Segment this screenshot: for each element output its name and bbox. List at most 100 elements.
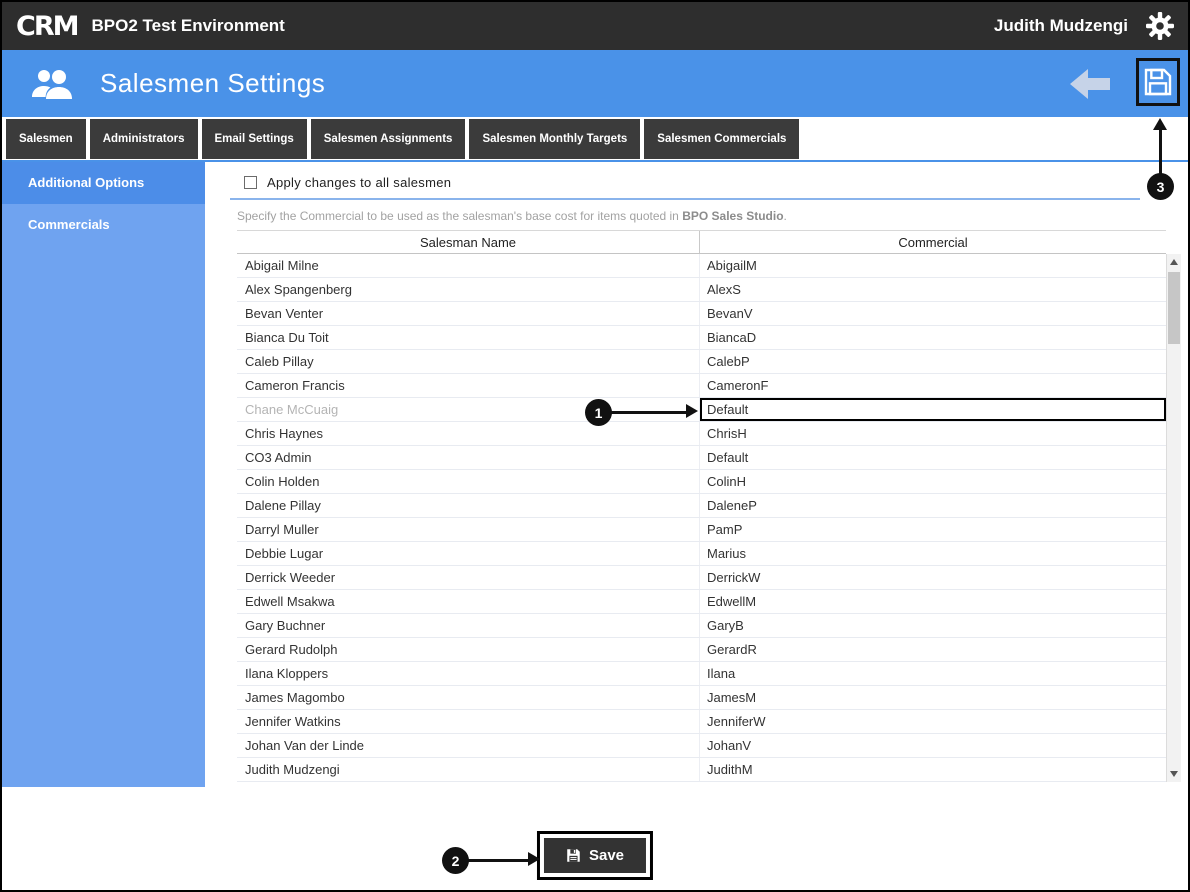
scrollbar-up-button[interactable]	[1167, 254, 1181, 270]
commercial-cell[interactable]: AlexS	[700, 278, 1166, 301]
salesman-name-cell: Judith Mudzengi	[237, 758, 700, 781]
salesman-name-cell: Gerard Rudolph	[237, 638, 700, 661]
salesman-name-cell: Jennifer Watkins	[237, 710, 700, 733]
logged-in-user: Judith Mudzengi	[994, 16, 1128, 36]
commercial-cell[interactable]: Default	[700, 446, 1166, 469]
commercial-cell[interactable]: AbigailM	[700, 254, 1166, 277]
header-save-icon[interactable]	[1136, 58, 1180, 106]
annotation-1-arrow-head	[686, 404, 698, 418]
sidebar: Additional OptionsCommercials	[2, 162, 205, 787]
commercial-cell[interactable]: ColinH	[700, 470, 1166, 493]
annotation-3-arrow-line	[1159, 130, 1162, 174]
instruction-suffix: .	[784, 209, 787, 223]
table-row: Chris HaynesChrisH	[237, 422, 1166, 446]
salesman-name-cell: Derrick Weeder	[237, 566, 700, 589]
save-button-label: Save	[589, 847, 624, 864]
back-arrow-icon[interactable]	[1068, 67, 1112, 106]
commercial-cell[interactable]: GaryB	[700, 614, 1166, 637]
salesman-name-cell: Gary Buchner	[237, 614, 700, 637]
table-row: Darryl MullerPamP	[237, 518, 1166, 542]
scrollbar-down-button[interactable]	[1167, 766, 1181, 782]
tab-administrators[interactable]: Administrators	[90, 119, 198, 159]
content-body: Additional OptionsCommercials Apply chan…	[2, 162, 1188, 787]
table-row: Judith MudzengiJudithM	[237, 758, 1166, 782]
table-row: Alex SpangenbergAlexS	[237, 278, 1166, 302]
table-row: Dalene PillayDaleneP	[237, 494, 1166, 518]
salesman-name-cell: Edwell Msakwa	[237, 590, 700, 613]
annotation-2-arrow-head	[528, 852, 540, 866]
commercial-cell[interactable]: GerardR	[700, 638, 1166, 661]
salesman-name-cell: James Magombo	[237, 686, 700, 709]
triangle-up-icon	[1170, 259, 1178, 265]
salesman-name-cell: Dalene Pillay	[237, 494, 700, 517]
commercial-cell[interactable]: EdwellM	[700, 590, 1166, 613]
commercial-cell[interactable]: JohanV	[700, 734, 1166, 757]
table-row: Edwell MsakwaEdwellM	[237, 590, 1166, 614]
commercial-cell[interactable]: ChrisH	[700, 422, 1166, 445]
sidebar-item-commercials[interactable]: Commercials	[2, 204, 205, 246]
commercial-cell[interactable]: PamP	[700, 518, 1166, 541]
commercial-cell[interactable]: Ilana	[700, 662, 1166, 685]
save-button[interactable]: Save	[544, 838, 646, 873]
commercial-cell[interactable]: Marius	[700, 542, 1166, 565]
tab-salesmen-commercials[interactable]: Salesmen Commercials	[644, 119, 799, 159]
table-scrollbar[interactable]	[1166, 254, 1181, 782]
annotation-3-arrow-head	[1153, 118, 1167, 130]
tab-salesmen[interactable]: Salesmen	[6, 119, 86, 159]
save-button-highlight-box: Save	[537, 831, 653, 880]
commercial-cell[interactable]: DerrickW	[700, 566, 1166, 589]
table-body: Abigail MilneAbigailMAlex SpangenbergAle…	[237, 254, 1166, 782]
tab-salesmen-assignments[interactable]: Salesmen Assignments	[311, 119, 466, 159]
page-title: Salesmen Settings	[100, 68, 325, 99]
salesman-name-cell: CO3 Admin	[237, 446, 700, 469]
floppy-disk-icon	[1142, 66, 1174, 98]
triangle-down-icon	[1170, 771, 1178, 777]
column-header-salesman-name: Salesman Name	[237, 231, 700, 253]
table-row: Abigail MilneAbigailM	[237, 254, 1166, 278]
tab-salesmen-monthly-targets[interactable]: Salesmen Monthly Targets	[469, 119, 640, 159]
commercial-cell[interactable]: BevanV	[700, 302, 1166, 325]
table-row: Jennifer WatkinsJenniferW	[237, 710, 1166, 734]
annotation-2-circle: 2	[442, 847, 469, 874]
table-row: Bevan VenterBevanV	[237, 302, 1166, 326]
salesman-name-cell: Caleb Pillay	[237, 350, 700, 373]
people-icon	[30, 67, 76, 101]
instruction-text: Specify the Commercial to be used as the…	[237, 209, 787, 223]
salesman-name-cell: Chris Haynes	[237, 422, 700, 445]
table-row: Derrick WeederDerrickW	[237, 566, 1166, 590]
salesman-name-cell: Bevan Venter	[237, 302, 700, 325]
annotation-1-circle: 1	[585, 399, 612, 426]
commercial-cell-chane-mccuaig[interactable]: Default	[700, 398, 1166, 421]
commercials-table: Salesman Name Commercial Abigail MilneAb…	[237, 230, 1166, 782]
salesman-name-cell: Darryl Muller	[237, 518, 700, 541]
table-row: CO3 AdminDefault	[237, 446, 1166, 470]
commercial-cell[interactable]: BiancaD	[700, 326, 1166, 349]
salesman-name-cell: Alex Spangenberg	[237, 278, 700, 301]
sidebar-item-additional-options[interactable]: Additional Options	[2, 162, 205, 204]
annotation-3-circle: 3	[1147, 173, 1174, 200]
apply-all-checkbox[interactable]	[244, 176, 257, 189]
salesman-name-cell: Colin Holden	[237, 470, 700, 493]
gear-icon[interactable]	[1146, 12, 1174, 40]
table-row: Caleb PillayCalebP	[237, 350, 1166, 374]
column-header-commercial: Commercial	[700, 231, 1166, 253]
top-bar: CRM BPO2 Test Environment Judith Mudzeng…	[2, 2, 1188, 50]
table-header: Salesman Name Commercial	[237, 230, 1166, 254]
tab-email-settings[interactable]: Email Settings	[202, 119, 307, 159]
commercial-cell[interactable]: JamesM	[700, 686, 1166, 709]
salesman-name-cell: Abigail Milne	[237, 254, 700, 277]
annotation-2-arrow-line	[468, 859, 530, 862]
table-row: Gary BuchnerGaryB	[237, 614, 1166, 638]
salesman-name-cell: Cameron Francis	[237, 374, 700, 397]
commercial-cell[interactable]: JenniferW	[700, 710, 1166, 733]
commercial-cell[interactable]: CalebP	[700, 350, 1166, 373]
commercial-cell[interactable]: JudithM	[700, 758, 1166, 781]
table-row: Debbie LugarMarius	[237, 542, 1166, 566]
table-row: James MagomboJamesM	[237, 686, 1166, 710]
floppy-disk-icon	[566, 848, 581, 863]
crm-logo: CRM	[16, 11, 77, 42]
scrollbar-thumb[interactable]	[1168, 272, 1180, 344]
table-row: Ilana KloppersIlana	[237, 662, 1166, 686]
commercial-cell[interactable]: DaleneP	[700, 494, 1166, 517]
commercial-cell[interactable]: CameronF	[700, 374, 1166, 397]
